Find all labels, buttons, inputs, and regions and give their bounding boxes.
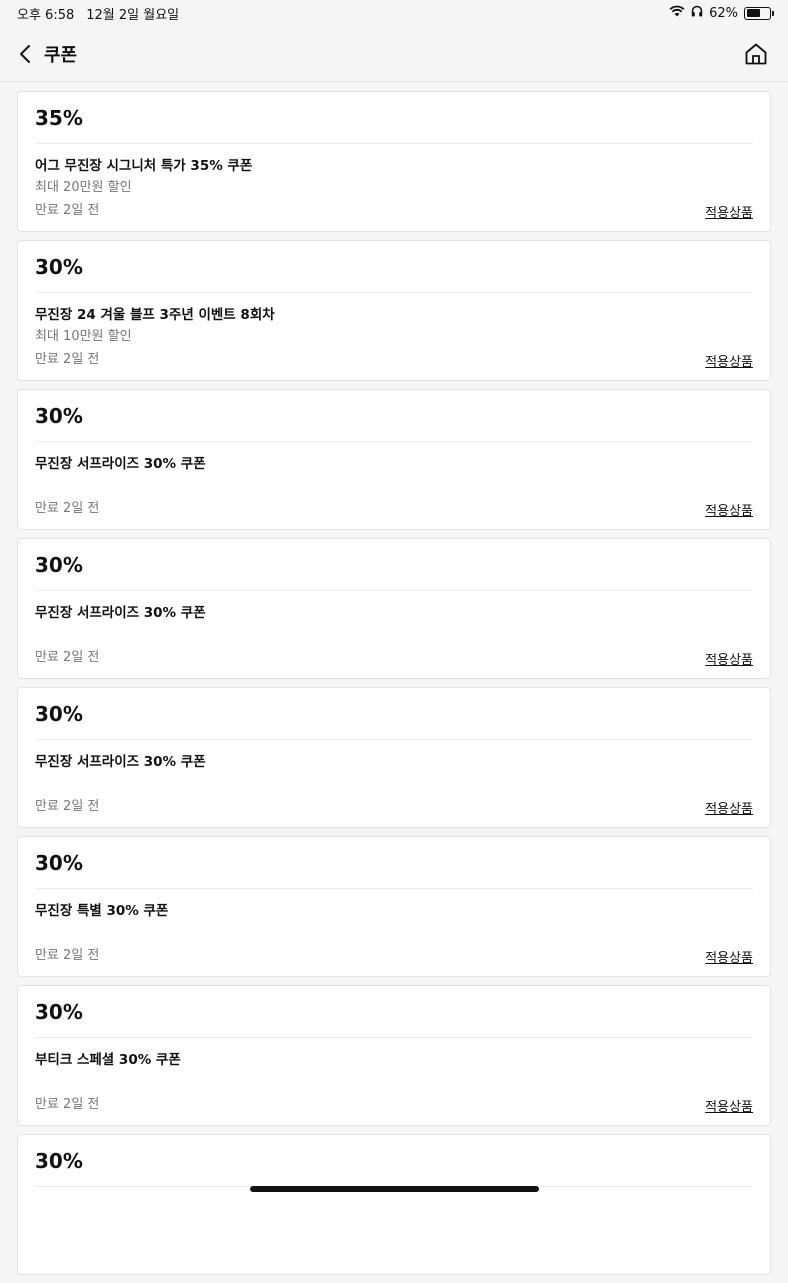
applicable-products-link[interactable]: 적용상품 [705, 202, 753, 221]
coupon-percent: 30% [35, 390, 753, 442]
coupon-max-discount: 최대 20만원 할인 [35, 180, 132, 195]
coupon-expiry: 만료 2일 전 [35, 501, 100, 516]
applicable-products-link[interactable]: 적용상품 [705, 798, 753, 817]
coupon-card: 30% 부티크 스페셜 30% 쿠폰 만료 2일 전 적용상품 [17, 985, 771, 1126]
status-left: 오후 6:58 12월 2일 월요일 [17, 4, 179, 23]
coupon-max-discount: 최대 10만원 할인 [35, 329, 132, 344]
home-indicator[interactable] [250, 1186, 539, 1192]
coupon-name: 무진장 특별 30% 쿠폰 [35, 903, 169, 919]
applicable-products-link[interactable]: 적용상품 [705, 351, 753, 370]
coupon-percent: 30% [35, 837, 753, 889]
coupon-card: 30% [17, 1134, 771, 1275]
coupon-expiry: 만료 2일 전 [35, 650, 100, 665]
status-time: 오후 6:58 [17, 7, 75, 23]
applicable-products-link[interactable]: 적용상품 [705, 500, 753, 519]
status-right: 62% [669, 5, 774, 21]
coupon-percent: 30% [35, 241, 753, 293]
nav-left: 쿠폰 [18, 41, 77, 67]
battery-percent: 62% [709, 5, 738, 21]
coupon-expiry: 만료 2일 전 [35, 203, 100, 218]
back-icon[interactable] [18, 44, 32, 64]
applicable-products-link[interactable]: 적용상품 [705, 649, 753, 668]
coupon-card: 35% 어그 무진장 시그니처 특가 35% 쿠폰 최대 20만원 할인 만료 … [17, 91, 771, 232]
page-title: 쿠폰 [44, 44, 78, 66]
coupon-name: 어그 무진장 시그니처 특가 35% 쿠폰 [35, 158, 253, 174]
status-date: 12월 2일 월요일 [86, 7, 180, 23]
coupon-percent: 30% [35, 688, 753, 740]
coupon-percent: 30% [35, 1135, 753, 1187]
coupon-card: 30% 무진장 특별 30% 쿠폰 만료 2일 전 적용상품 [17, 836, 771, 977]
coupon-card: 30% 무진장 서프라이즈 30% 쿠폰 만료 2일 전 적용상품 [17, 538, 771, 679]
coupon-percent: 30% [35, 539, 753, 591]
battery-icon [744, 6, 774, 20]
coupon-card: 30% 무진장 24 겨울 블프 3주년 이벤트 8회차 최대 10만원 할인 … [17, 240, 771, 381]
coupon-percent: 30% [35, 986, 753, 1038]
coupon-name: 부티크 스페셜 30% 쿠폰 [35, 1052, 181, 1068]
coupon-list: 35% 어그 무진장 시그니처 특가 35% 쿠폰 최대 20만원 할인 만료 … [17, 91, 771, 1283]
battery-level [746, 9, 761, 17]
coupon-card: 30% 무진장 서프라이즈 30% 쿠폰 만료 2일 전 적용상품 [17, 687, 771, 828]
coupon-expiry: 만료 2일 전 [35, 352, 100, 367]
applicable-products-link[interactable]: 적용상품 [705, 1096, 753, 1115]
status-bar: 오후 6:58 12월 2일 월요일 62% [0, 0, 788, 26]
coupon-expiry: 만료 2일 전 [35, 948, 100, 963]
applicable-products-link[interactable]: 적용상품 [705, 947, 753, 966]
wifi-icon [669, 5, 685, 21]
coupon-percent: 35% [35, 92, 753, 144]
coupon-name: 무진장 서프라이즈 30% 쿠폰 [35, 456, 206, 472]
coupon-card: 30% 무진장 서프라이즈 30% 쿠폰 만료 2일 전 적용상품 [17, 389, 771, 530]
home-icon[interactable] [744, 42, 768, 66]
coupon-name: 무진장 24 겨울 블프 3주년 이벤트 8회차 [35, 307, 275, 323]
coupon-name: 무진장 서프라이즈 30% 쿠폰 [35, 754, 206, 770]
nav-bar: 쿠폰 [0, 26, 788, 82]
coupon-name: 무진장 서프라이즈 30% 쿠폰 [35, 605, 206, 621]
headphones-icon [691, 5, 703, 21]
coupon-expiry: 만료 2일 전 [35, 799, 100, 814]
coupon-expiry: 만료 2일 전 [35, 1097, 100, 1112]
